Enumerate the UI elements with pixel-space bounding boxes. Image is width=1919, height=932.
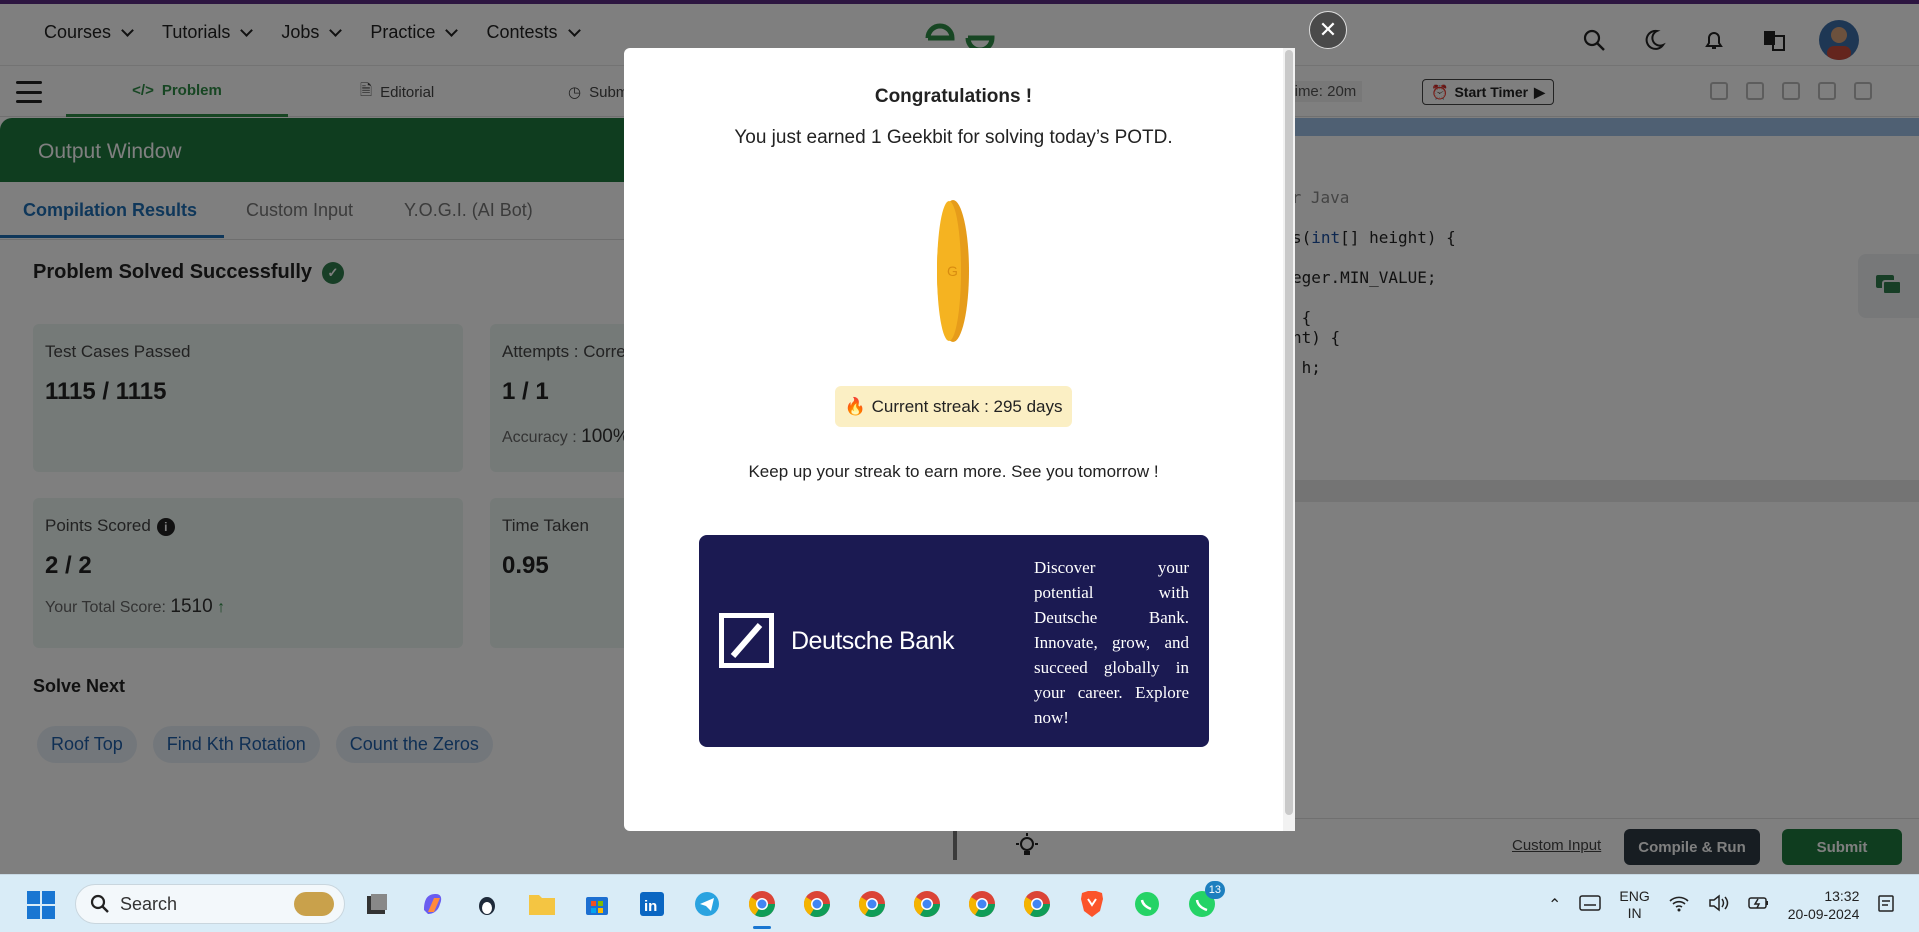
brave-icon[interactable] xyxy=(1073,885,1111,923)
penguin-app-icon[interactable] xyxy=(468,885,506,923)
chrome-profile-2-icon[interactable] xyxy=(798,885,836,923)
scrollbar-thumb[interactable] xyxy=(1285,50,1293,815)
linkedin-icon[interactable]: in xyxy=(633,885,671,923)
chrome-icon[interactable] xyxy=(743,885,781,929)
copilot-icon[interactable] xyxy=(413,885,451,923)
geekbit-coin-icon: G xyxy=(937,200,969,342)
search-icon xyxy=(90,894,109,913)
deutsche-bank-logo-icon xyxy=(719,613,774,668)
modal-subtitle: You just earned 1 Geekbit for solving to… xyxy=(734,127,1173,148)
fire-icon: 🔥 xyxy=(844,396,866,416)
taskbar-apps: in 13 xyxy=(358,881,1225,929)
system-tray: ⌃ ENG IN 13:32 20-09-2024 xyxy=(1548,887,1895,923)
folder-icon[interactable] xyxy=(523,885,561,923)
clock-date: 20-09-2024 xyxy=(1787,906,1860,922)
language-indicator[interactable]: ENG IN xyxy=(1619,888,1649,922)
chrome-profile-3-icon[interactable] xyxy=(853,885,891,923)
chrome-profile-5-icon[interactable] xyxy=(963,885,1001,923)
keep-up-message: Keep up your streak to earn more. See yo… xyxy=(748,462,1159,481)
notification-badge: 13 xyxy=(1204,881,1225,899)
windows-taskbar: Search in 13 ⌃ ENG IN 13:32 20-09-2024 xyxy=(0,874,1919,932)
modal-scrollbar[interactable] xyxy=(1283,48,1295,831)
streak-badge: 🔥 Current streak : 295 days xyxy=(835,386,1072,427)
chevron-up-icon[interactable]: ⌃ xyxy=(1548,895,1561,915)
touch-keyboard-icon[interactable] xyxy=(1579,894,1602,917)
language-top: ENG xyxy=(1619,888,1650,904)
language-bottom: IN xyxy=(1627,905,1642,921)
microsoft-store-icon[interactable] xyxy=(578,885,616,923)
geekbit-modal: Congratulations ! You just earned 1 Geek… xyxy=(624,48,1295,831)
wifi-icon[interactable] xyxy=(1668,894,1690,917)
volume-icon[interactable] xyxy=(1708,893,1730,917)
chrome-profile-4-icon[interactable] xyxy=(908,885,946,923)
clock-time: 13:32 xyxy=(1824,888,1860,904)
search-highlight-icon xyxy=(294,892,334,916)
svg-text:G: G xyxy=(947,263,958,279)
whatsapp-icon[interactable] xyxy=(1128,885,1166,923)
modal-title: Congratulations ! xyxy=(874,86,1033,107)
svg-text:in: in xyxy=(644,898,657,915)
telegram-icon[interactable] xyxy=(688,885,726,923)
battery-icon[interactable] xyxy=(1748,894,1770,917)
notification-center-icon[interactable] xyxy=(1877,893,1895,918)
close-icon[interactable]: ✕ xyxy=(1309,11,1347,49)
taskbar-search[interactable]: Search xyxy=(75,884,345,924)
ad-banner[interactable]: Deutsche Bank Discover your potential wi… xyxy=(699,535,1209,747)
chrome-profile-6-icon[interactable] xyxy=(1018,885,1056,923)
taskbar-search-label: Search xyxy=(120,893,178,914)
clock[interactable]: 13:32 20-09-2024 xyxy=(1788,887,1860,923)
file-explorer-dark-icon[interactable] xyxy=(358,885,396,923)
ad-brand-name: Deutsche Bank xyxy=(791,627,955,655)
windows-start-icon[interactable] xyxy=(27,891,55,919)
streak-text: Current streak : 295 days xyxy=(871,396,1063,416)
ad-text: Discover your potential with Deutsche Ba… xyxy=(1034,558,1189,727)
whatsapp-business-icon[interactable]: 13 xyxy=(1183,881,1225,923)
